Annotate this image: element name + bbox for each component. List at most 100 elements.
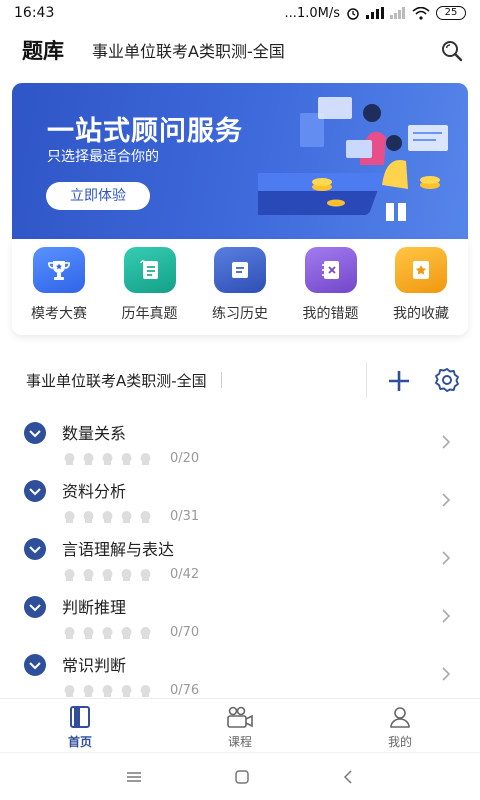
medal-icon (81, 451, 96, 465)
quick-action-favorites[interactable]: 我的收藏 (377, 239, 465, 335)
network-speed: ...1.0M/s (284, 5, 340, 21)
medal-icon (62, 451, 77, 465)
chevron-down-icon[interactable] (24, 538, 46, 560)
promo-banner[interactable]: 一站式顾问服务 只选择最适合你的 立即体验 (12, 83, 468, 239)
list-item[interactable]: 常识判断 0/76 (0, 644, 480, 702)
category-list: 数量关系 0/20 资料分析 0/31 言语理解与表达 0/42 判断推理 0/… (0, 412, 480, 702)
medal-icon (81, 509, 96, 523)
chevron-right-icon[interactable] (440, 492, 452, 508)
quick-action-past-papers[interactable]: 历年真题 (106, 239, 194, 335)
divider (220, 372, 222, 388)
wifi-icon (412, 6, 430, 20)
rating-stars (62, 451, 153, 465)
medal-icon (138, 509, 153, 523)
star-icon (395, 247, 447, 293)
bottom-nav: 首页 课程 我的 (0, 698, 480, 752)
medal-icon (119, 567, 134, 581)
progress-count: 0/42 (170, 567, 200, 582)
error-book-icon (304, 247, 357, 293)
chevron-down-icon[interactable] (24, 480, 46, 502)
tab-courses[interactable]: 课程 (160, 699, 320, 752)
tab-label: 课程 (227, 735, 252, 749)
quick-action-label: 练习历史 (212, 306, 268, 322)
status-time: 16:43 (14, 5, 55, 21)
subject-name[interactable]: 事业单位联考A类职测-全国 (26, 370, 207, 391)
back-icon[interactable] (342, 769, 354, 784)
quick-action-mock-exam[interactable]: 模考大赛 (15, 239, 103, 335)
medal-icon (62, 509, 77, 523)
medal-icon (138, 683, 153, 697)
header-subject[interactable]: 事业单位联考A类职测-全国 (92, 38, 285, 62)
subject-bar: 事业单位联考A类职测-全国 (0, 360, 480, 400)
category-name: 数量关系 (62, 424, 127, 443)
scroll-icon (123, 247, 176, 293)
medal-icon (100, 509, 115, 523)
category-name: 判断推理 (62, 598, 127, 617)
video-icon (227, 706, 253, 728)
quick-action-practice-history[interactable]: 练习历史 (196, 239, 284, 335)
add-icon[interactable] (386, 368, 412, 394)
consultant-illustration-icon (258, 97, 448, 221)
quick-action-label: 历年真题 (121, 306, 178, 322)
signal-icon (366, 7, 384, 19)
battery-icon: 25 (436, 6, 466, 20)
alarm-icon (347, 8, 359, 20)
category-name: 常识判断 (62, 656, 127, 675)
medal-icon (62, 683, 77, 697)
search-icon[interactable] (440, 39, 464, 63)
rating-stars (62, 625, 153, 639)
medal-icon (100, 567, 115, 581)
quick-action-label: 我的错题 (302, 306, 359, 322)
quick-action-label: 模考大赛 (31, 306, 87, 322)
quick-actions: 模考大赛 历年真题 练习历史 我的错题 我的收藏 (12, 239, 468, 335)
list-item[interactable]: 资料分析 0/31 (0, 470, 480, 528)
chevron-right-icon[interactable] (440, 666, 452, 682)
chevron-right-icon[interactable] (440, 550, 452, 566)
app-screen: 16:43 ...1.0M/s 25 题库 事业单位联考A类职测-全国 一站式顾… (0, 0, 480, 800)
rating-stars (62, 683, 153, 697)
try-now-button[interactable]: 立即体验 (46, 182, 150, 210)
medal-icon (138, 625, 153, 639)
chevron-right-icon[interactable] (440, 608, 452, 624)
medal-icon (119, 683, 134, 697)
medal-icon (81, 567, 96, 581)
tab-home[interactable]: 首页 (0, 699, 160, 752)
profile-icon (390, 707, 410, 728)
banner-subtitle: 只选择最适合你的 (47, 149, 159, 165)
chevron-right-icon[interactable] (440, 434, 452, 450)
progress-count: 0/76 (170, 683, 200, 698)
medal-icon (119, 509, 134, 523)
banner-title: 一站式顾问服务 (47, 116, 243, 147)
tab-profile[interactable]: 我的 (320, 699, 480, 752)
progress-count: 0/20 (170, 451, 200, 466)
list-item[interactable]: 数量关系 0/20 (0, 412, 480, 470)
home-icon[interactable] (234, 769, 250, 784)
medal-icon (138, 567, 153, 581)
quick-action-label: 我的收藏 (393, 306, 449, 322)
medal-icon (119, 451, 134, 465)
medal-icon (62, 567, 77, 581)
quick-action-wrong-questions[interactable]: 我的错题 (287, 239, 375, 335)
medal-icon (62, 625, 77, 639)
chevron-down-icon[interactable] (24, 422, 46, 444)
chevron-down-icon[interactable] (24, 596, 46, 618)
gear-icon[interactable] (434, 367, 460, 393)
rating-stars (62, 567, 153, 581)
medal-icon (138, 451, 153, 465)
tab-label: 首页 (67, 735, 92, 749)
chevron-down-icon[interactable] (24, 654, 46, 676)
category-name: 资料分析 (62, 482, 127, 501)
book-icon (70, 706, 90, 728)
list-item[interactable]: 言语理解与表达 0/42 (0, 528, 480, 586)
divider (366, 362, 367, 398)
list-item[interactable]: 判断推理 0/70 (0, 586, 480, 644)
progress-count: 0/31 (170, 509, 200, 524)
category-name: 言语理解与表达 (62, 540, 175, 559)
menu-icon[interactable] (126, 771, 142, 783)
medal-icon (100, 683, 115, 697)
system-nav-bar (0, 752, 480, 800)
medal-icon (119, 625, 134, 639)
signal-weak-icon (390, 7, 405, 19)
document-icon (214, 247, 266, 293)
medal-icon (100, 625, 115, 639)
